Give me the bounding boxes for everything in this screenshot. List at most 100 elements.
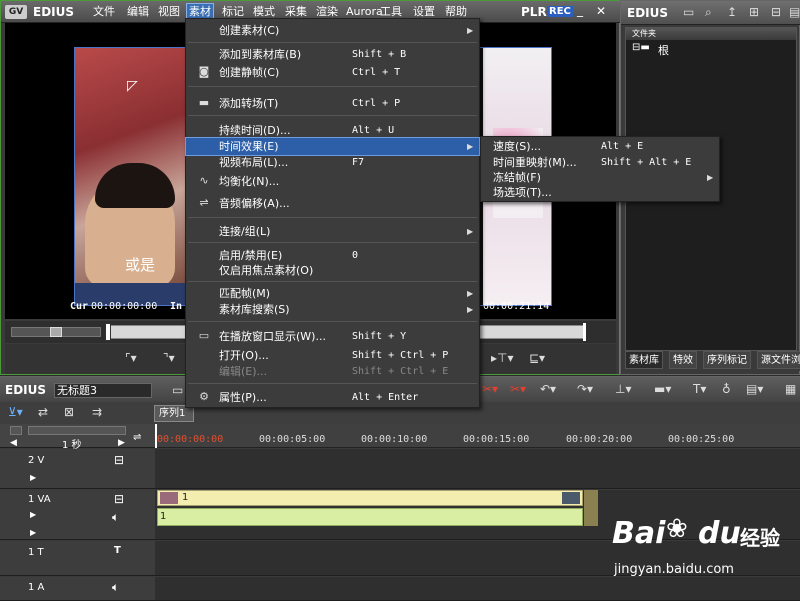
menu-item-match-frame[interactable]: 匹配帧(M) ▶ xyxy=(186,285,479,302)
tree-root-icon[interactable]: ⊟▬ xyxy=(632,42,650,53)
menu-item-create-clip[interactable]: 创建素材(C) ▶ xyxy=(186,22,479,39)
watermark-suffix: 经验 xyxy=(740,526,780,550)
menu-item-open[interactable]: 打开(O)... Shift + Ctrl + P xyxy=(186,347,479,364)
tab-bin[interactable]: 素材库 xyxy=(625,351,663,369)
split-icon[interactable]: ⊥▾ xyxy=(615,382,631,396)
menu-item-add-transition[interactable]: ▬ 添加转场(T) Ctrl + P xyxy=(186,95,479,112)
subtitle-text: 或是 xyxy=(125,256,156,274)
tab-source-browser[interactable]: 源文件浏 xyxy=(757,351,800,369)
ripple-delete-icon[interactable]: ✂▾ xyxy=(510,382,526,396)
bin-titlebar: EDIUS ▭ ⌕ ↥ ⊞ ⊟ ▤ xyxy=(621,1,800,25)
title-icon[interactable]: T▾ xyxy=(693,382,706,396)
tab-sequence-markers[interactable]: 序列标记 xyxy=(703,351,751,369)
search-icon[interactable]: ⌕ xyxy=(705,5,712,20)
menu-file[interactable]: 文件 xyxy=(91,4,117,20)
ruler-tick: 00:00:25:00 xyxy=(668,434,735,445)
expand-icon[interactable]: ▶ xyxy=(30,473,36,482)
folder-icon[interactable]: ▭ xyxy=(683,5,694,19)
menu-item-normalize[interactable]: ∿ 均衡化(N)... xyxy=(186,173,479,190)
watermark-brand-2: du xyxy=(698,516,741,551)
menu-item-video-layout[interactable]: 视频布局(L)... F7 xyxy=(186,154,479,171)
link-icon[interactable]: ⇄ xyxy=(38,405,48,419)
menu-separator xyxy=(188,383,477,384)
tab-effects[interactable]: 特效 xyxy=(669,351,697,369)
audio-clip[interactable]: 1 xyxy=(157,508,583,526)
export-icon[interactable]: ▤▾ xyxy=(746,382,763,396)
menu-item-bin-search[interactable]: 素材库搜索(S) ▶ xyxy=(186,301,479,318)
mic-icon[interactable]: ♁ xyxy=(722,382,731,396)
snap-icon[interactable]: ⇉ xyxy=(92,405,102,419)
new-sequence-icon[interactable]: ▤ xyxy=(789,5,800,19)
title-track-icon[interactable]: T xyxy=(114,545,121,556)
clip-thumbnail-in xyxy=(160,492,178,504)
grid-icon[interactable]: ▦ xyxy=(785,382,796,396)
set-out-icon[interactable]: ⌝▾ xyxy=(163,351,175,365)
ruler-tick: 00:00:15:00 xyxy=(463,434,530,445)
menu-item-link-group[interactable]: 连接/组(L) ▶ xyxy=(186,223,479,240)
mode-label[interactable]: PLR xyxy=(521,5,547,19)
transition-icon: ▬ xyxy=(198,96,210,109)
submenu-item-speed[interactable]: 速度(S)... Alt + E xyxy=(481,138,719,155)
video-clip[interactable]: 1 xyxy=(157,490,583,506)
speaker-icon[interactable]: 🔈︎ xyxy=(112,510,119,525)
transition-icon[interactable]: ▬▾ xyxy=(654,382,671,396)
menu-view[interactable]: 视图 xyxy=(156,4,182,20)
menu-item-audio-offset[interactable]: ⇌ 音频偏移(A)... xyxy=(186,195,479,212)
undo-icon[interactable]: ↶▾ xyxy=(540,382,556,396)
clip-tail xyxy=(584,490,598,526)
watermark-brand: Bai xyxy=(612,516,666,551)
menu-item-edit: 编辑(E)... Shift + Ctrl + E xyxy=(219,365,449,378)
track-header-1t[interactable]: 1 T T xyxy=(0,541,155,576)
menu-item-enable-focused[interactable]: 仅启用焦点素材(O) xyxy=(186,262,479,279)
menu-edit[interactable]: 编辑 xyxy=(125,4,151,20)
track-header-1a[interactable]: 1 A 🔈︎ xyxy=(0,577,155,601)
video-mute-icon[interactable]: ⊟ xyxy=(114,492,124,506)
tree-root-label[interactable]: 根 xyxy=(658,42,669,58)
menu-item-duration[interactable]: 持续时间(D)... Alt + U xyxy=(186,122,479,139)
track-link-icon[interactable]: ⇌ xyxy=(133,432,141,443)
layout-icon[interactable]: ▭ xyxy=(172,383,183,397)
menu-separator xyxy=(188,242,477,243)
clip-thumbnail-out xyxy=(562,492,580,504)
menu-item-show-in-player[interactable]: ▭ 在播放窗口显示(W)... Shift + Y xyxy=(186,328,479,345)
track-name: 1 VA xyxy=(28,494,51,505)
shuttle-slider[interactable] xyxy=(11,327,101,337)
menu-item-properties[interactable]: ⚙ 属性(P)... Alt + Enter xyxy=(186,389,479,406)
group-icon[interactable]: ⊠ xyxy=(64,405,74,419)
track-header-1va[interactable]: 1 VA ⊟ ▶ 🔈︎ ▶ xyxy=(0,490,155,540)
playhead-handle[interactable] xyxy=(105,323,111,341)
speaker-icon[interactable]: 🔈︎ xyxy=(112,580,119,595)
insert-mode-icon[interactable]: ▸⊤▾ xyxy=(491,351,514,365)
expand-icon[interactable]: ▶ xyxy=(30,510,36,519)
expand-icon[interactable]: ▶ xyxy=(30,528,36,537)
out-marker xyxy=(583,323,586,341)
timeline-cursor[interactable] xyxy=(155,424,157,448)
menu-item-add-to-bin[interactable]: 添加到素材库(B) Shift + B xyxy=(186,46,479,63)
sync-icon[interactable]: ⊻▾ xyxy=(8,405,23,419)
shuttle-handle[interactable] xyxy=(50,327,62,337)
project-name[interactable]: 无标题3 xyxy=(54,383,152,398)
add-clip-icon[interactable]: ⊞ xyxy=(749,5,759,19)
overwrite-mode-icon[interactable]: ⊑▾ xyxy=(529,351,545,365)
delete-icon[interactable]: ✂▾ xyxy=(482,382,498,396)
redo-icon[interactable]: ↷▾ xyxy=(577,382,593,396)
video-mute-icon[interactable]: ⊟ xyxy=(114,453,124,467)
submenu-item-field-options[interactable]: 场选项(T)... xyxy=(481,184,719,201)
timecode-ruler[interactable]: 00:00:00:00 00:00:05:00 00:00:10:00 00:0… xyxy=(155,424,800,448)
zoom-minus-icon[interactable]: ◀ xyxy=(10,438,17,448)
set-in-icon[interactable]: ⌜▾ xyxy=(125,351,137,365)
import-icon[interactable]: ⊟ xyxy=(771,5,781,19)
menu-item-create-still[interactable]: ◙ 创建静帧(C) Ctrl + T xyxy=(186,64,479,81)
bin-app-name: EDIUS xyxy=(627,6,669,20)
track-header-2v[interactable]: 2 V ⊟ ▶ xyxy=(0,449,155,489)
menu-item-time-effect[interactable]: 时间效果(E) ▶ xyxy=(185,137,480,156)
zoom-slider[interactable] xyxy=(28,426,126,435)
minimize-button[interactable]: _ xyxy=(577,3,583,17)
rec-badge[interactable]: REC xyxy=(547,6,573,17)
folder-header-bar: 文件夹 xyxy=(626,28,796,40)
lock-toggle[interactable] xyxy=(10,426,22,435)
up-icon[interactable]: ↥ xyxy=(727,5,737,19)
close-button[interactable]: ✕ xyxy=(596,4,606,18)
zoom-plus-icon[interactable]: ▶ xyxy=(118,438,125,448)
track-body-2v[interactable] xyxy=(155,449,800,489)
